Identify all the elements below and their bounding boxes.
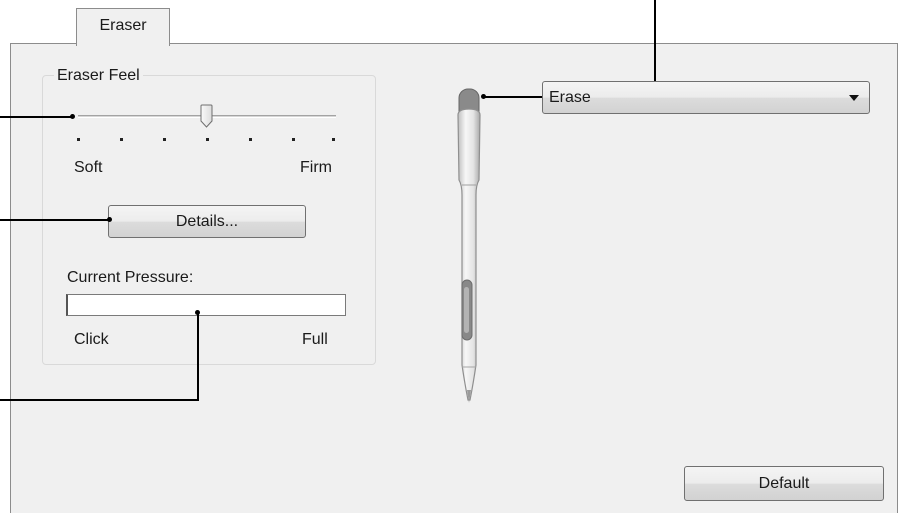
callout-line-slider	[0, 116, 72, 118]
callout-line-pressure-vertical	[197, 312, 199, 401]
slider-tick	[120, 138, 123, 141]
default-button[interactable]: Default	[684, 466, 884, 501]
chevron-down-icon	[849, 95, 859, 101]
eraser-feel-label: Eraser Feel	[54, 67, 143, 85]
tab-eraser[interactable]: Eraser	[76, 8, 170, 46]
current-pressure-bar	[66, 294, 346, 316]
callout-line-pen	[484, 96, 542, 98]
slider-tick	[163, 138, 166, 141]
eraser-function-dropdown[interactable]: Erase	[542, 81, 870, 114]
details-button-label: Details...	[175, 213, 239, 230]
slider-tick	[332, 138, 335, 141]
callout-dot	[195, 310, 200, 315]
current-pressure-label: Current Pressure:	[67, 269, 194, 286]
pressure-max-label: Full	[302, 331, 328, 348]
tab-eraser-label: Eraser	[99, 17, 147, 34]
eraser-function-value: Erase	[549, 89, 591, 106]
eraser-feel-slider-thumb[interactable]	[200, 104, 213, 128]
slider-tick	[206, 138, 209, 141]
details-button[interactable]: Details...	[108, 205, 306, 238]
pressure-min-label: Click	[74, 331, 109, 348]
pen-eraser-icon	[457, 88, 481, 403]
callout-line-dropdown	[654, 0, 656, 81]
callout-line-pressure	[0, 399, 199, 401]
slider-tick	[292, 138, 295, 141]
slider-tick	[249, 138, 252, 141]
callout-dot	[107, 217, 112, 222]
slider-tick	[77, 138, 80, 141]
callout-dot	[70, 114, 75, 119]
callout-dot	[481, 94, 486, 99]
slider-min-label: Soft	[74, 159, 103, 176]
default-button-label: Default	[758, 475, 810, 492]
callout-line-details	[0, 219, 110, 221]
slider-max-label: Firm	[300, 159, 332, 176]
